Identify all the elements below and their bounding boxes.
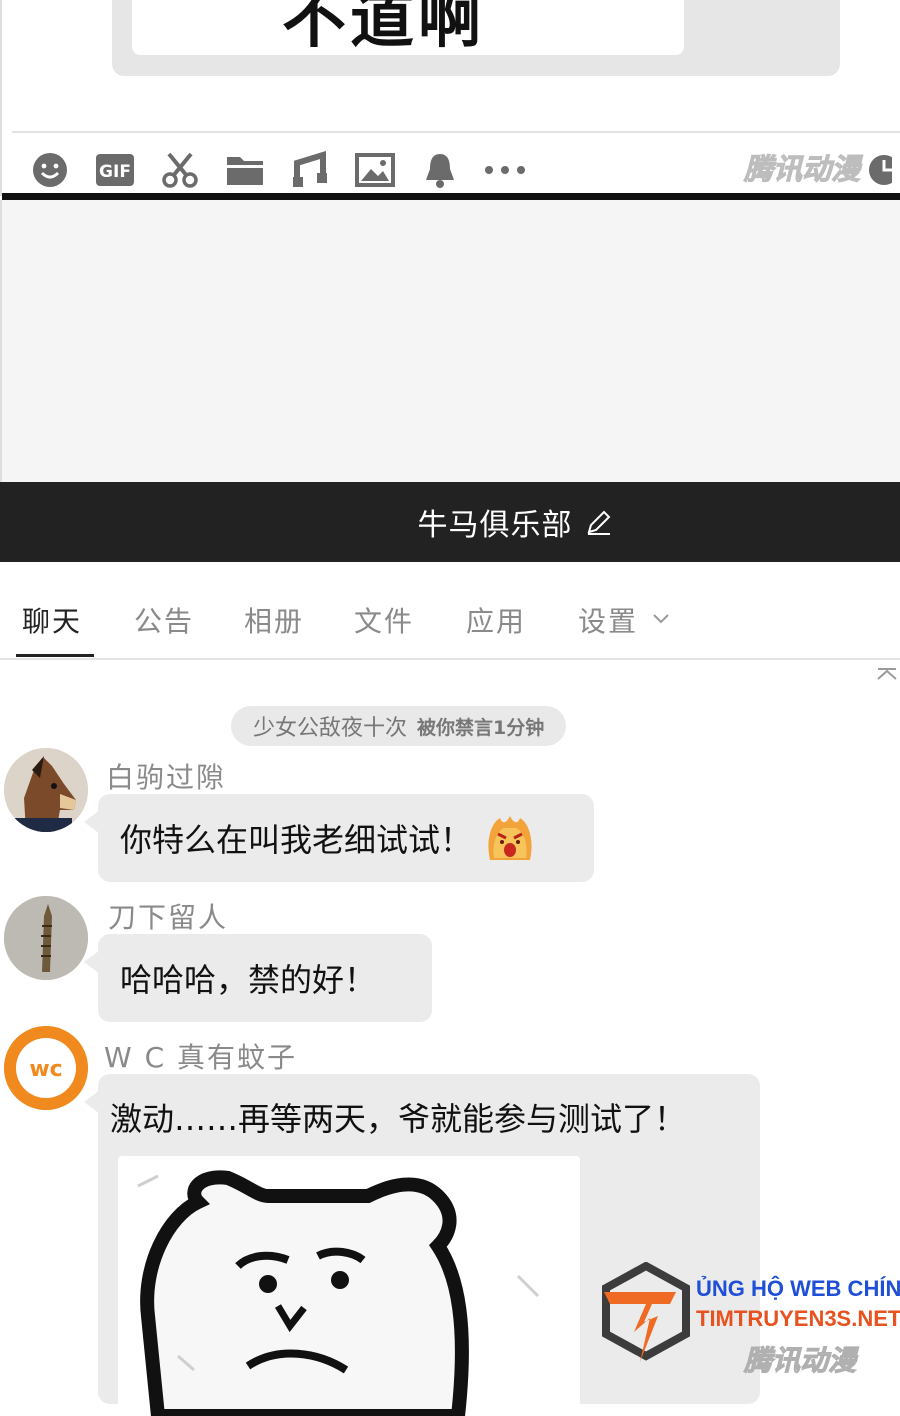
mute-note: 被你禁言1分钟 (417, 716, 545, 739)
group-title: 牛马俱乐部 (417, 508, 573, 543)
avatar[interactable] (4, 896, 88, 980)
more-icon[interactable] (483, 148, 527, 192)
sender-name: 刀下留人 (108, 901, 229, 934)
message-text: 激动……再等两天，爷就能参与测试了！ (110, 1100, 687, 1138)
sender-name: 白驹过隙 (106, 761, 227, 794)
panel-separator (2, 193, 900, 200)
avatar[interactable] (4, 748, 88, 832)
input-divider (12, 131, 900, 133)
image-icon[interactable] (353, 148, 397, 192)
gif-icon[interactable]: GIF (93, 148, 137, 192)
tab-chat[interactable]: 聊天 (22, 600, 82, 640)
muted-user-name: 少女公敌夜十次 (253, 716, 408, 741)
avatar[interactable]: wc (4, 1026, 88, 1110)
active-tab-indicator (16, 654, 94, 657)
chevron-down-icon[interactable] (652, 610, 670, 629)
tab-album[interactable]: 相册 (244, 600, 304, 640)
angry-emoji-icon (484, 812, 536, 864)
tab-files[interactable]: 文件 (354, 600, 414, 640)
folder-icon[interactable] (223, 148, 267, 192)
previous-chat-panel: 不道啊 GIF 腾讯动漫 (0, 0, 900, 200)
tab-bar: 聊天 公告 相册 文件 应用 设置 (0, 562, 900, 660)
message-bubble: 不道啊 (112, 0, 840, 76)
gif-label: GIF (99, 162, 131, 182)
emoji-icon[interactable] (28, 148, 72, 192)
collapse-icon[interactable] (876, 666, 898, 685)
support-text-line2: TIMTRUYEN3S.NET (696, 1306, 900, 1331)
message-image: 不道啊 (132, 0, 684, 55)
edit-icon[interactable] (585, 508, 613, 536)
scissors-icon[interactable] (158, 148, 202, 192)
music-icon[interactable] (288, 148, 332, 192)
watermark-logo: 腾讯动漫 (742, 148, 899, 188)
avatar-text: wc (29, 1057, 62, 1082)
support-text-line1: ỦNG HỘ WEB CHÍNH (696, 1276, 900, 1301)
message-bubble[interactable]: 你特么在叫我老细试试！ (98, 794, 594, 882)
message-image-text: 不道啊 (282, 0, 486, 55)
system-mute-notice: 少女公敌夜十次 被你禁言1分钟 (231, 706, 567, 746)
bell-icon[interactable] (418, 148, 462, 192)
tab-apps[interactable]: 应用 (466, 600, 526, 640)
blank-area (0, 200, 900, 482)
message-bubble[interactable]: 哈哈哈，禁的好！ (98, 934, 432, 1022)
sender-name: W C 真有蚊子 (104, 1041, 298, 1074)
input-toolbar: GIF (28, 148, 548, 192)
group-header: 牛马俱乐部 (0, 482, 900, 562)
meme-image[interactable] (118, 1156, 580, 1416)
svg-text:腾讯动漫: 腾讯动漫 (743, 152, 863, 186)
support-banner[interactable]: ỦNG HỘ WEB CHÍNH TIMTRUYEN3S.NET (600, 1261, 900, 1372)
message-text: 你特么在叫我老细试试！ (120, 821, 473, 859)
brand-logo-icon (600, 1261, 692, 1370)
message-text: 哈哈哈，禁的好！ (120, 961, 377, 999)
tab-settings[interactable]: 设置 (578, 600, 638, 640)
tab-announcement[interactable]: 公告 (134, 600, 194, 640)
